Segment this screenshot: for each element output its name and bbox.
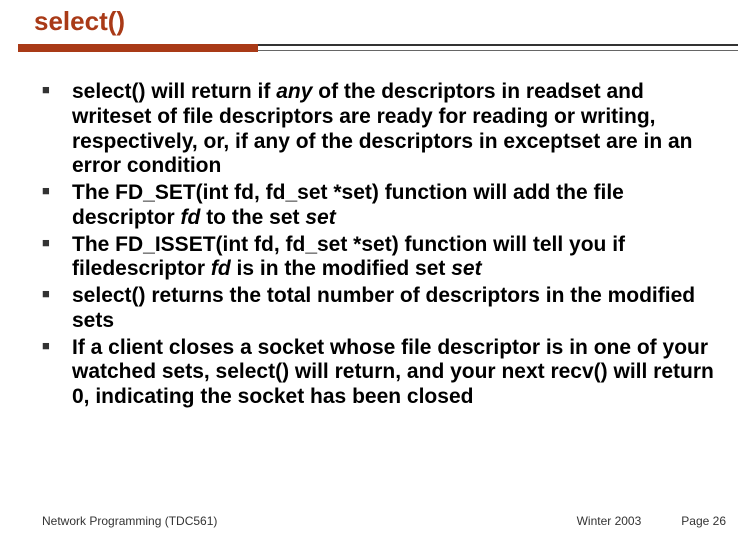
bullet-item: If a client closes a socket whose file d… <box>42 336 714 410</box>
title-rule-thick <box>18 44 258 52</box>
slide: select() select() will return if any of … <box>0 0 756 540</box>
slide-title: select() <box>34 6 125 37</box>
title-rule-thin-2 <box>258 50 738 51</box>
bullet-item: The FD_SET(int fd, fd_set *set) function… <box>42 181 714 231</box>
bullet-item: select() will return if any of the descr… <box>42 80 714 179</box>
footer-right: Page 26 <box>681 514 726 528</box>
footer: Network Programming (TDC561) Winter 2003… <box>42 514 726 528</box>
bullet-item: The FD_ISSET(int fd, fd_set *set) functi… <box>42 233 714 283</box>
bullet-list: select() will return if any of the descr… <box>42 80 714 412</box>
footer-center: Winter 2003 <box>577 514 642 528</box>
bullet-item: select() returns the total number of des… <box>42 284 714 334</box>
footer-left: Network Programming (TDC561) <box>42 514 217 528</box>
title-rule-thin-1 <box>258 44 738 46</box>
